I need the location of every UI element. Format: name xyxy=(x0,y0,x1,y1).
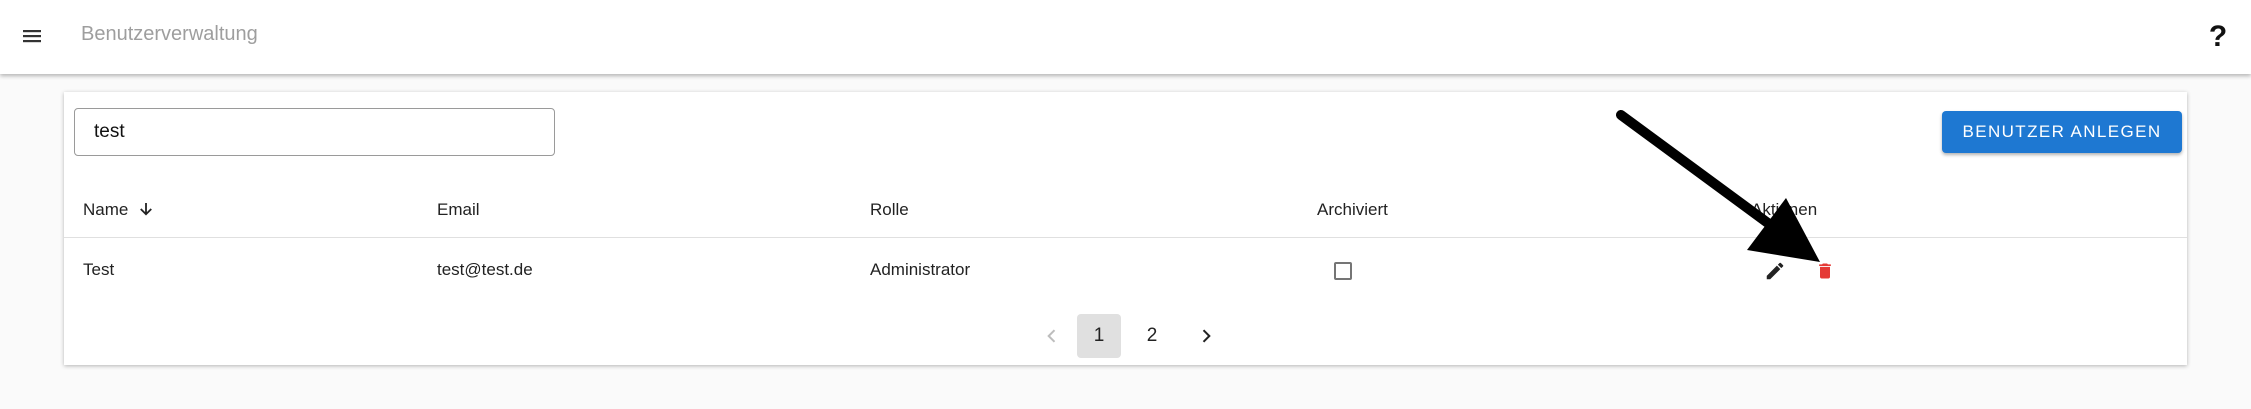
search-input[interactable] xyxy=(74,108,555,156)
page-title: Benutzerverwaltung xyxy=(81,23,258,45)
hamburger-menu-icon xyxy=(23,30,41,43)
trash-icon xyxy=(1819,263,1831,279)
table-row: Test test@test.de Administrator xyxy=(64,238,2187,302)
add-user-button[interactable]: BENUTZER ANLEGEN xyxy=(1942,111,2182,153)
column-header-actions: Aktionen xyxy=(1751,200,1818,219)
cell-role: Administrator xyxy=(870,260,971,279)
cell-email: test@test.de xyxy=(437,260,533,279)
table-header-row: Name Email Rolle Archiviert Aktionen xyxy=(64,182,2187,238)
chevron-right-icon xyxy=(1202,329,1211,343)
help-button[interactable]: ? xyxy=(2200,17,2236,57)
next-page-button[interactable] xyxy=(1184,314,1228,358)
archived-checkbox[interactable] xyxy=(1334,262,1352,280)
column-header-name[interactable]: Name xyxy=(83,182,155,238)
app-root: Benutzerverwaltung ? BENUTZER ANLEGEN Na… xyxy=(0,0,2251,409)
arrow-down-icon[interactable] xyxy=(137,200,155,218)
column-header-archived: Archiviert xyxy=(1317,200,1388,219)
delete-button[interactable] xyxy=(1812,258,1838,284)
chevron-left-icon xyxy=(1047,329,1056,343)
column-header-email: Email xyxy=(437,200,480,219)
menu-button[interactable] xyxy=(14,18,50,54)
pagination: 1 2 xyxy=(64,314,2187,358)
column-header-name-label: Name xyxy=(83,200,129,219)
edit-button[interactable] xyxy=(1762,258,1788,284)
column-header-role: Rolle xyxy=(870,200,909,219)
page-button-1[interactable]: 1 xyxy=(1077,314,1121,358)
previous-page-button[interactable] xyxy=(1030,314,1074,358)
cell-name: Test xyxy=(83,260,115,279)
top-app-bar: Benutzerverwaltung ? xyxy=(0,0,2251,74)
pencil-icon xyxy=(1766,262,1784,280)
page-button-2[interactable]: 2 xyxy=(1130,314,1174,358)
users-card: BENUTZER ANLEGEN Name Email Rolle Archiv… xyxy=(64,92,2187,365)
